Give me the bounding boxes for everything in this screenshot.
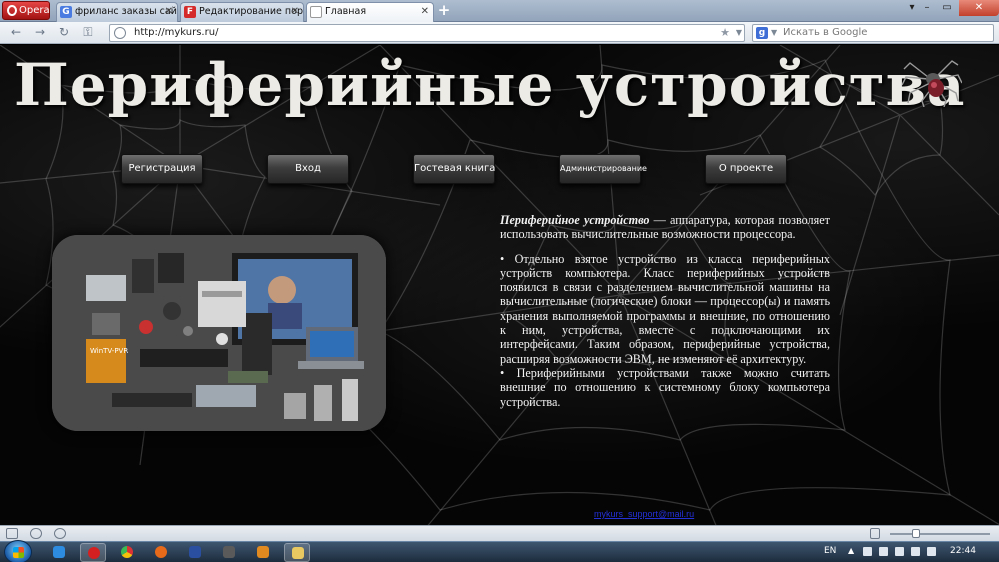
search-engine-dropdown-icon[interactable]: ▼ <box>771 25 777 41</box>
web-page: Периферийные устройства Регистрация Вход… <box>0 45 999 525</box>
language-indicator[interactable]: EN <box>824 546 836 556</box>
window-maximize-button[interactable]: ▭ <box>934 0 960 16</box>
address-dropdown-icon[interactable]: ▼ <box>736 25 742 41</box>
tray-battery-icon[interactable] <box>895 547 904 556</box>
taskbar-ie-icon[interactable] <box>46 543 72 562</box>
tab-label: Главная <box>325 6 367 17</box>
taskbar-save-icon[interactable] <box>182 543 208 562</box>
tab-close-icon[interactable]: ✕ <box>165 3 173 21</box>
tray-device-icon[interactable] <box>879 547 888 556</box>
taskbar-firefox-icon[interactable] <box>148 543 174 562</box>
unite-cloud-icon[interactable] <box>30 528 42 539</box>
tab-close-icon[interactable]: ✕ <box>421 3 429 21</box>
tray-expand-icon[interactable]: ▲ <box>848 546 854 555</box>
tray-network-icon[interactable] <box>911 547 920 556</box>
article-list-item: • Периферийными устройствами также можно… <box>500 365 830 409</box>
new-tab-plus-icon[interactable]: + <box>436 2 452 20</box>
f-favicon-icon: F <box>184 6 196 18</box>
site-title: Периферийные устройства <box>14 51 966 119</box>
start-button[interactable] <box>4 540 32 562</box>
peripheral-devices-image: WinTV-PVR <box>52 235 386 431</box>
clock-time[interactable]: 22:44 <box>950 546 976 556</box>
opera-menu-label: Opera <box>19 5 50 16</box>
article-text: Периферийное устройство — аппаратура, ко… <box>500 213 830 409</box>
window-close-button[interactable]: ✕ <box>959 0 999 16</box>
forward-arrow-icon[interactable]: → <box>32 25 48 41</box>
zoom-slider-handle[interactable] <box>912 529 920 538</box>
tab-label: фриланс заказы сайто... <box>75 6 177 17</box>
definition-term: Периферийное устройство <box>500 213 650 227</box>
search-placeholder: Искать в Google <box>783 27 868 38</box>
page-favicon-icon <box>310 6 322 18</box>
taskbar-film-icon[interactable] <box>216 543 242 562</box>
devices-collage: WinTV-PVR <box>52 235 386 431</box>
browser-navigation-bar: ← → ↻ ⚿ http://mykurs.ru/ ★ ▼ g ▼ Искать… <box>0 22 999 44</box>
tray-flag-icon[interactable] <box>863 547 872 556</box>
administration-button[interactable]: Администрирование <box>559 154 647 184</box>
google-search-icon: g <box>756 27 768 39</box>
windows-taskbar: EN ▲ 22:44 <box>0 540 999 562</box>
taskbar-opera-icon[interactable] <box>80 543 106 562</box>
opera-logo-icon <box>7 5 17 16</box>
address-text: http://mykurs.ru/ <box>134 27 219 38</box>
about-project-button[interactable]: О проекте <box>705 154 787 184</box>
tab-close-icon[interactable]: ✕ <box>291 3 299 21</box>
tab-home[interactable]: Главная ✕ <box>306 2 434 22</box>
address-bar[interactable]: http://mykurs.ru/ ★ ▼ <box>109 24 745 42</box>
footer-email-link[interactable]: mykurs_support@mail.ru <box>594 509 694 519</box>
tab-portfolio-edit[interactable]: F Редактирование порт... ✕ <box>180 2 304 22</box>
zoom-view-icon[interactable] <box>870 528 880 539</box>
globe-icon <box>114 27 126 39</box>
search-input[interactable]: g ▼ Искать в Google <box>752 24 994 42</box>
back-arrow-icon[interactable]: ← <box>8 25 24 41</box>
login-button[interactable]: Вход <box>267 154 349 184</box>
browser-tab-strip: Opera G фриланс заказы сайто... ✕ F Реда… <box>0 0 999 22</box>
tray-volume-icon[interactable] <box>927 547 936 556</box>
taskbar-explorer-icon[interactable] <box>284 543 310 562</box>
zoom-slider[interactable] <box>890 533 990 535</box>
collage-box-label: WinTV-PVR <box>90 347 128 355</box>
taskbar-media-player-icon[interactable] <box>250 543 276 562</box>
key-icon[interactable]: ⚿ <box>80 25 96 41</box>
opera-menu-button[interactable]: Opera <box>2 1 50 20</box>
google-favicon-icon: G <box>60 6 72 18</box>
reload-icon[interactable]: ↻ <box>56 25 72 41</box>
turbo-icon[interactable] <box>54 528 66 539</box>
taskbar-chrome-icon[interactable] <box>114 543 140 562</box>
browser-status-bar <box>0 525 999 541</box>
spider-icon <box>902 60 962 107</box>
bookmark-star-icon[interactable]: ★ <box>720 25 730 41</box>
guestbook-button[interactable]: Гостевая книга <box>413 154 495 184</box>
definition-paragraph: Периферийное устройство — аппаратура, ко… <box>500 213 830 242</box>
register-button[interactable]: Регистрация <box>121 154 203 184</box>
tab-freelance[interactable]: G фриланс заказы сайто... ✕ <box>56 2 178 22</box>
windows-logo-icon <box>13 547 24 558</box>
article-list-item: • Отдельно взятое устройство из класса п… <box>500 251 830 366</box>
tab-label: Редактирование порт... <box>199 6 303 17</box>
panel-toggle-icon[interactable] <box>6 528 18 539</box>
